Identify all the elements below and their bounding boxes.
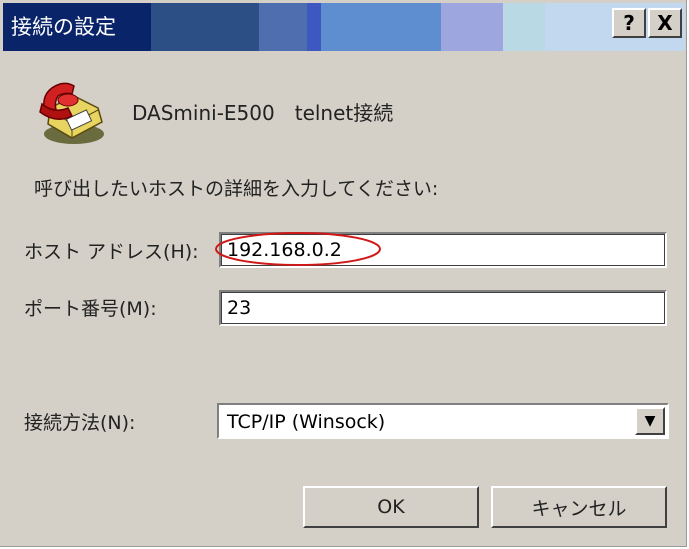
port-number-input[interactable]: 23 — [219, 290, 667, 326]
connection-name: DASmini-E500 telnet接続 — [132, 101, 394, 125]
connection-method-value: TCP/IP (Winsock) — [227, 411, 386, 433]
host-address-label: ホスト アドレス(H): — [24, 241, 199, 263]
title-band-3 — [259, 3, 307, 51]
connection-settings-dialog: 接続の設定 ? X DASmini-E500 telnet接続 呼び出したいホス… — [0, 0, 687, 547]
help-button[interactable]: ? — [612, 8, 646, 38]
close-button[interactable]: X — [648, 8, 682, 38]
title-bar[interactable]: 接続の設定 — [3, 3, 685, 51]
instruction-text: 呼び出したいホストの詳細を入力してください: — [34, 178, 439, 200]
title-band-5 — [321, 3, 441, 51]
ok-button[interactable]: OK — [303, 486, 479, 528]
host-address-input[interactable]: 192.168.0.2 — [219, 232, 667, 268]
title-band-7 — [503, 3, 545, 51]
connection-method-label: 接続方法(N): — [24, 412, 136, 434]
port-number-label: ポート番号(M): — [24, 298, 157, 320]
title-band-6 — [441, 3, 503, 51]
title-band-4 — [307, 3, 321, 51]
window-title: 接続の設定 — [11, 15, 116, 39]
cancel-button[interactable]: キャンセル — [491, 486, 667, 528]
chevron-down-icon[interactable]: ▼ — [635, 407, 665, 435]
connection-method-select[interactable]: TCP/IP (Winsock) ▼ — [217, 403, 669, 439]
title-band-2 — [151, 3, 259, 51]
telephone-icon — [39, 82, 104, 144]
